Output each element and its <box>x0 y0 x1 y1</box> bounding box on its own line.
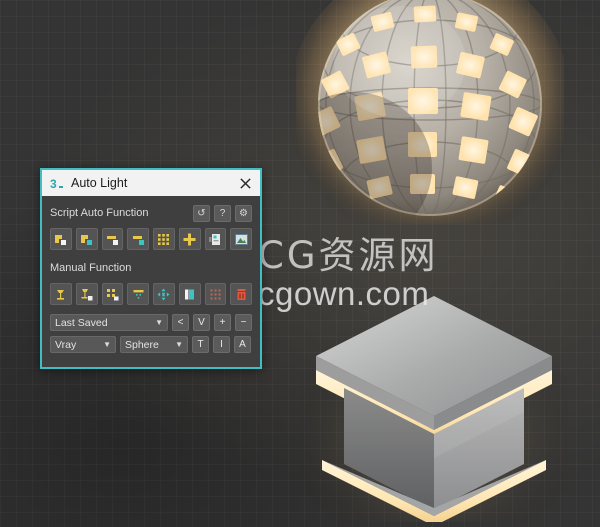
help-glyph: ? <box>219 207 226 219</box>
max-3-icon: 3 <box>50 177 63 191</box>
target-button[interactable]: T <box>192 336 209 353</box>
preset-prev-button[interactable]: < <box>172 314 189 331</box>
saved-preset-dropdown[interactable]: Last Saved ▼ <box>50 314 168 331</box>
script-auto-function-buttons <box>50 228 252 250</box>
chevron-down-icon: ▼ <box>175 340 183 349</box>
refresh-icon[interactable]: ↺ <box>193 204 210 222</box>
manual-light-multi-button[interactable] <box>101 283 124 305</box>
chevron-down-icon: ▼ <box>155 318 163 327</box>
manual-delete-button[interactable] <box>230 283 252 305</box>
manual-function-header: Manual Function <box>50 259 252 277</box>
auto-light-panel-tool-button[interactable] <box>204 228 227 250</box>
auto-light-image-button[interactable] <box>230 228 252 250</box>
help-icon[interactable]: ? <box>214 204 231 222</box>
saved-preset-value: Last Saved <box>55 316 108 329</box>
manual-panel-light-button[interactable] <box>178 283 201 305</box>
instance-button[interactable]: I <box>213 336 230 353</box>
refresh-glyph: ↺ <box>197 207 206 219</box>
all-button[interactable]: A <box>234 336 251 353</box>
auto-light-grid-button[interactable] <box>153 228 175 250</box>
auto-light-box-white-button[interactable] <box>50 228 72 250</box>
faceted-glowing-sphere <box>296 0 564 224</box>
preset-add-button[interactable]: + <box>214 314 231 331</box>
panel-title: Auto Light <box>71 176 128 190</box>
manual-dot-grid-button[interactable] <box>204 283 227 305</box>
manual-function-label: Manual Function <box>50 262 132 274</box>
script-auto-function-header: Script Auto Function ↺ ? ⚙ <box>50 204 252 222</box>
isometric-glowing-pedestal <box>300 296 568 522</box>
preset-remove-button[interactable]: − <box>235 314 252 331</box>
manual-move-gizmo-button[interactable] <box>153 283 175 305</box>
close-icon[interactable] <box>236 174 254 192</box>
viewport: CG资源网 cgown.com 3 Auto Light Script Auto… <box>0 0 600 527</box>
gear-glyph: ⚙ <box>239 207 248 219</box>
script-auto-function-label: Script Auto Function <box>50 207 149 219</box>
manual-light-stand-button[interactable] <box>50 283 72 305</box>
panel-titlebar[interactable]: 3 Auto Light <box>42 170 260 196</box>
auto-light-panel[interactable]: 3 Auto Light Script Auto Function ↺ ? ⚙ … <box>40 168 262 369</box>
manual-light-bar-button[interactable] <box>127 283 149 305</box>
shape-value: Sphere <box>125 338 159 351</box>
manual-light-stand-box-button[interactable] <box>75 283 98 305</box>
chevron-down-icon: ▼ <box>103 340 111 349</box>
manual-function-buttons <box>50 283 252 305</box>
renderer-dropdown[interactable]: Vray ▼ <box>50 336 116 353</box>
preset-view-button[interactable]: V <box>193 314 210 331</box>
auto-light-bar-white-button[interactable] <box>101 228 124 250</box>
auto-light-add-button[interactable] <box>178 228 201 250</box>
shape-dropdown[interactable]: Sphere ▼ <box>120 336 188 353</box>
auto-light-bar-teal-button[interactable] <box>127 228 149 250</box>
preset-row: Last Saved ▼ < V + − <box>50 314 252 331</box>
renderer-row: Vray ▼ Sphere ▼ T I A <box>50 336 252 353</box>
renderer-value: Vray <box>55 338 77 351</box>
auto-light-box-teal-button[interactable] <box>75 228 98 250</box>
gear-icon[interactable]: ⚙ <box>235 204 252 222</box>
svg-text:3: 3 <box>50 177 57 191</box>
panel-body: Script Auto Function ↺ ? ⚙ Manual Functi… <box>42 196 260 367</box>
